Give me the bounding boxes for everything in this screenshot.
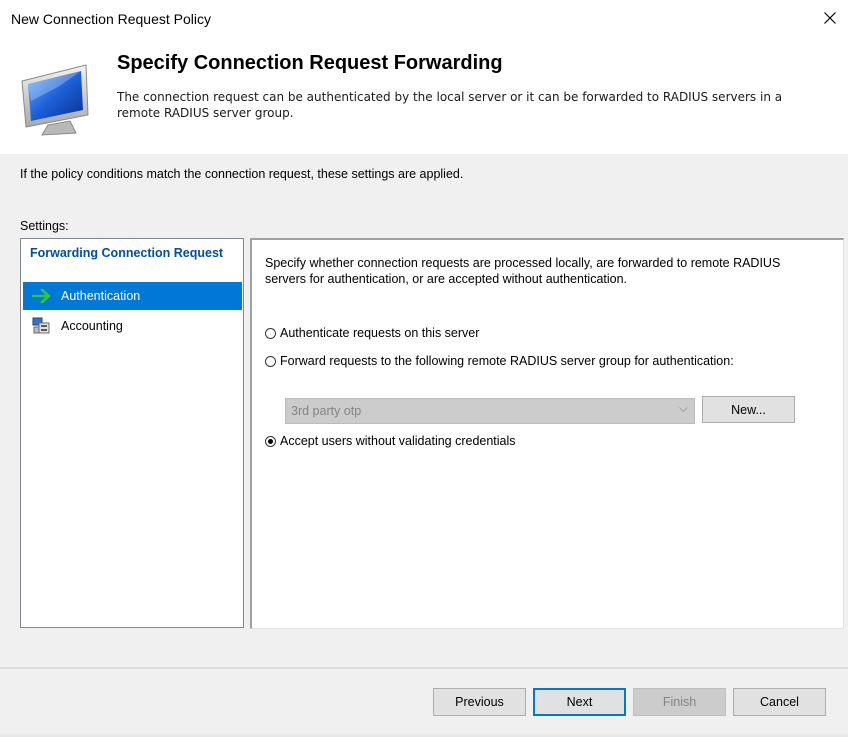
page-title: Specify Connection Request Forwarding xyxy=(117,52,503,74)
radio-label: Accept users without validating credenti… xyxy=(280,434,516,448)
green-arrow-icon xyxy=(29,286,55,306)
nav-item-label: Authentication xyxy=(61,289,141,303)
radio-forward-requests[interactable]: Forward requests to the following remote… xyxy=(265,354,734,368)
radio-label: Authenticate requests on this server xyxy=(280,326,480,340)
nav-group-title: Forwarding Connection Request xyxy=(30,246,224,260)
settings-content: Specify whether connection requests are … xyxy=(250,238,844,629)
nav-item-authentication[interactable]: Authentication xyxy=(23,282,242,310)
radio-button[interactable] xyxy=(265,435,276,447)
wizard-header: Specify Connection Request Forwarding Th… xyxy=(0,38,848,154)
new-group-button[interactable]: New... xyxy=(702,396,795,423)
content-description: Specify whether connection requests are … xyxy=(265,256,781,286)
wizard-body: If the policy conditions match the conne… xyxy=(0,154,848,667)
radio-accept-without-validation[interactable]: Accept users without validating credenti… xyxy=(265,434,516,448)
close-button[interactable] xyxy=(812,0,848,36)
nav-item-accounting[interactable]: Accounting xyxy=(23,312,242,340)
nav-item-label: Accounting xyxy=(61,319,123,333)
radio-authenticate-locally[interactable]: Authenticate requests on this server xyxy=(265,326,479,340)
window-title: New Connection Request Policy xyxy=(11,11,211,27)
settings-nav: Forwarding Connection Request Authentica… xyxy=(20,238,244,628)
radio-label: Forward requests to the following remote… xyxy=(280,354,734,368)
cancel-button[interactable]: Cancel xyxy=(733,688,826,716)
monitor-icon xyxy=(18,57,106,137)
chevron-down-icon xyxy=(679,407,688,413)
next-button[interactable]: Next xyxy=(533,688,626,716)
finish-button[interactable]: Finish xyxy=(633,688,726,716)
servers-icon xyxy=(29,316,55,336)
page-description: The connection request can be authentica… xyxy=(117,90,783,120)
wizard-footer: Previous Next Finish Cancel xyxy=(0,669,848,737)
title-bar: New Connection Request Policy xyxy=(0,0,848,38)
intro-text: If the policy conditions match the conne… xyxy=(20,167,464,181)
settings-label: Settings: xyxy=(20,219,69,233)
radio-button[interactable] xyxy=(265,355,276,367)
server-group-select[interactable]: 3rd party otp xyxy=(285,398,695,424)
close-icon xyxy=(824,12,836,24)
previous-button[interactable]: Previous xyxy=(433,688,526,716)
server-group-value: 3rd party otp xyxy=(291,404,362,418)
radio-button[interactable] xyxy=(265,327,276,339)
dialog-window: New Connection Request Policy Specify Co… xyxy=(0,0,848,737)
